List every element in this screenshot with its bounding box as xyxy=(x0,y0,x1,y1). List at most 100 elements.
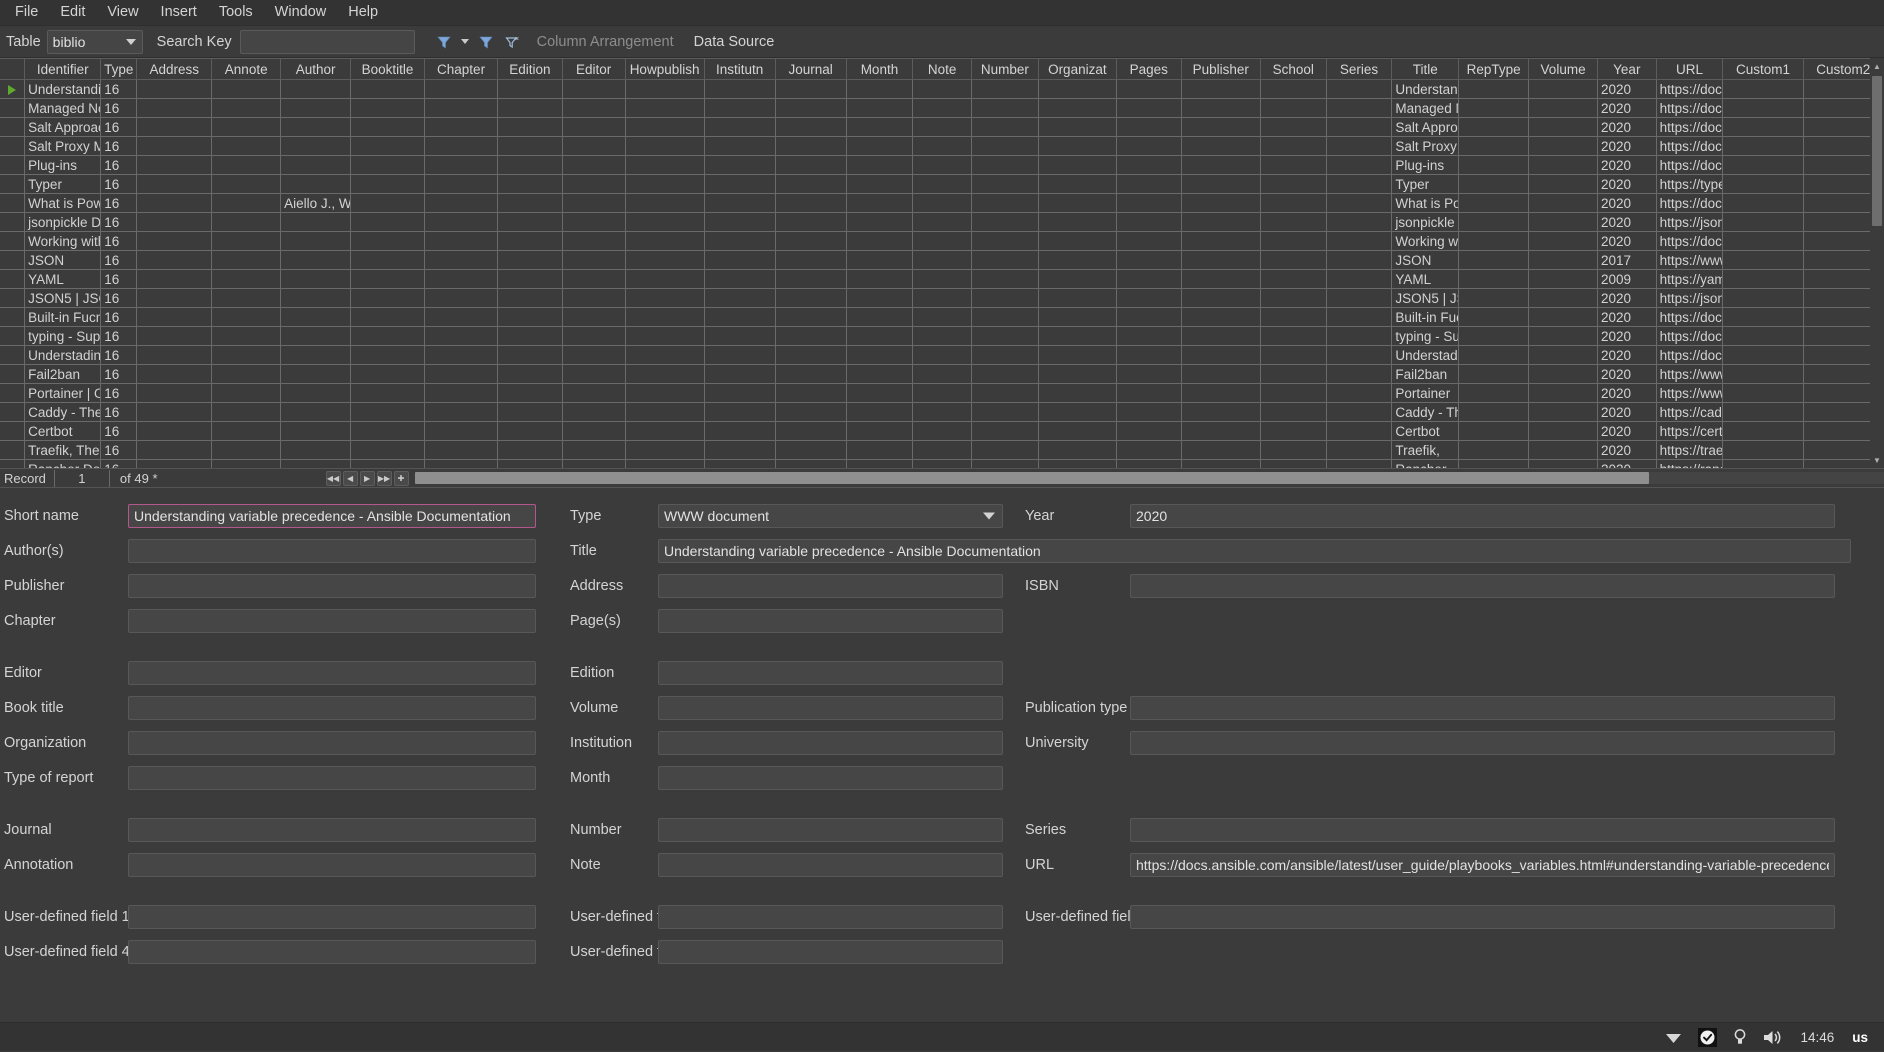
cell-address[interactable] xyxy=(137,137,212,156)
row-selector[interactable] xyxy=(0,422,25,441)
cell-identifier[interactable]: YAML xyxy=(25,270,101,289)
cell-volume[interactable] xyxy=(1529,422,1598,441)
cell-reptype[interactable] xyxy=(1459,251,1529,270)
cell-reptype[interactable] xyxy=(1459,213,1529,232)
cell-chapter[interactable] xyxy=(425,251,498,270)
cell-url[interactable]: https://docs.python.org xyxy=(1656,232,1723,251)
cell-howpublish[interactable] xyxy=(625,118,704,137)
cell-edition[interactable] xyxy=(498,365,563,384)
table-row[interactable]: Understading16Understading2020https://do… xyxy=(0,346,1884,365)
autofilter-funnel-icon[interactable] xyxy=(473,29,499,55)
cell-note[interactable] xyxy=(913,232,972,251)
menu-item-help[interactable]: Help xyxy=(337,1,389,24)
cell-type[interactable]: 16 xyxy=(101,137,137,156)
cell-url[interactable]: https://www.portainer.io xyxy=(1656,384,1723,403)
cell-booktitle[interactable] xyxy=(351,384,425,403)
cell-publisher[interactable] xyxy=(1181,270,1260,289)
cell-address[interactable] xyxy=(137,403,212,422)
cell-publisher[interactable] xyxy=(1181,194,1260,213)
cell-organizat[interactable] xyxy=(1038,118,1116,137)
cell-organizat[interactable] xyxy=(1038,403,1116,422)
grid-horizontal-scrollbar[interactable] xyxy=(415,472,1884,484)
cell-custom1[interactable] xyxy=(1723,194,1803,213)
cell-journal[interactable] xyxy=(775,213,846,232)
cell-pages[interactable] xyxy=(1116,175,1181,194)
cell-howpublish[interactable] xyxy=(625,175,704,194)
column-header-address[interactable]: Address xyxy=(137,59,212,80)
cell-journal[interactable] xyxy=(775,346,846,365)
cell-reptype[interactable] xyxy=(1459,156,1529,175)
cell-institutn[interactable] xyxy=(704,80,775,99)
cell-url[interactable]: https://docs.saltproject.io xyxy=(1656,137,1723,156)
note-input[interactable] xyxy=(658,853,1003,877)
cell-school[interactable] xyxy=(1260,460,1326,469)
number-input[interactable] xyxy=(658,818,1003,842)
cell-pages[interactable] xyxy=(1116,118,1181,137)
cell-note[interactable] xyxy=(913,175,972,194)
cell-editor[interactable] xyxy=(562,422,625,441)
cell-month[interactable] xyxy=(846,232,913,251)
cell-school[interactable] xyxy=(1260,270,1326,289)
row-selector[interactable] xyxy=(0,137,25,156)
user-field-1-input[interactable] xyxy=(128,905,536,929)
cell-identifier[interactable]: Managed Nodes xyxy=(25,99,101,118)
cell-author[interactable] xyxy=(281,99,351,118)
cell-editor[interactable] xyxy=(562,270,625,289)
cell-author[interactable] xyxy=(281,270,351,289)
cell-identifier[interactable]: Understanding variable precedence xyxy=(25,80,101,99)
cell-pages[interactable] xyxy=(1116,289,1181,308)
row-selector[interactable] xyxy=(0,384,25,403)
column-header-month[interactable]: Month xyxy=(846,59,913,80)
cell-annote[interactable] xyxy=(212,156,281,175)
cell-author[interactable] xyxy=(281,156,351,175)
cell-title[interactable]: Portainer xyxy=(1392,384,1459,403)
cell-howpublish[interactable] xyxy=(625,213,704,232)
cell-editor[interactable] xyxy=(562,80,625,99)
cell-author[interactable] xyxy=(281,365,351,384)
cell-url[interactable]: https://jsonpickle.github.io xyxy=(1656,213,1723,232)
cell-address[interactable] xyxy=(137,346,212,365)
cell-series[interactable] xyxy=(1326,403,1392,422)
cell-booktitle[interactable] xyxy=(351,308,425,327)
cell-chapter[interactable] xyxy=(425,118,498,137)
cell-edition[interactable] xyxy=(498,327,563,346)
cell-journal[interactable] xyxy=(775,156,846,175)
cell-annote[interactable] xyxy=(212,327,281,346)
cell-chapter[interactable] xyxy=(425,175,498,194)
cell-note[interactable] xyxy=(913,441,972,460)
cell-booktitle[interactable] xyxy=(351,251,425,270)
cell-type[interactable]: 16 xyxy=(101,403,137,422)
column-header-url[interactable]: URL xyxy=(1656,59,1723,80)
cell-title[interactable]: Understanding variable precedence xyxy=(1392,80,1459,99)
user-field-5-input[interactable] xyxy=(658,940,1003,964)
cell-type[interactable]: 16 xyxy=(101,327,137,346)
cell-publisher[interactable] xyxy=(1181,232,1260,251)
cell-note[interactable] xyxy=(913,194,972,213)
cell-organizat[interactable] xyxy=(1038,422,1116,441)
column-header-custom1[interactable]: Custom1 xyxy=(1723,59,1803,80)
cell-year[interactable]: 2020 xyxy=(1598,175,1657,194)
cell-chapter[interactable] xyxy=(425,346,498,365)
cell-address[interactable] xyxy=(137,289,212,308)
cell-publisher[interactable] xyxy=(1181,80,1260,99)
cell-editor[interactable] xyxy=(562,213,625,232)
cell-editor[interactable] xyxy=(562,194,625,213)
cell-year[interactable]: 2020 xyxy=(1598,213,1657,232)
cell-custom1[interactable] xyxy=(1723,213,1803,232)
cell-identifier[interactable]: typing - Support for type hints xyxy=(25,327,101,346)
cell-journal[interactable] xyxy=(775,137,846,156)
column-header-number[interactable]: Number xyxy=(971,59,1038,80)
cell-reptype[interactable] xyxy=(1459,232,1529,251)
cell-booktitle[interactable] xyxy=(351,422,425,441)
cell-reptype[interactable] xyxy=(1459,460,1529,469)
cell-year[interactable]: 2020 xyxy=(1598,441,1657,460)
cell-author[interactable] xyxy=(281,175,351,194)
cell-institutn[interactable] xyxy=(704,137,775,156)
cell-identifier[interactable]: JSON xyxy=(25,251,101,270)
scrollbar-thumb[interactable] xyxy=(1872,76,1882,226)
cell-note[interactable] xyxy=(913,99,972,118)
cell-editor[interactable] xyxy=(562,251,625,270)
cell-booktitle[interactable] xyxy=(351,346,425,365)
cell-publisher[interactable] xyxy=(1181,137,1260,156)
title-input[interactable] xyxy=(658,539,1851,563)
